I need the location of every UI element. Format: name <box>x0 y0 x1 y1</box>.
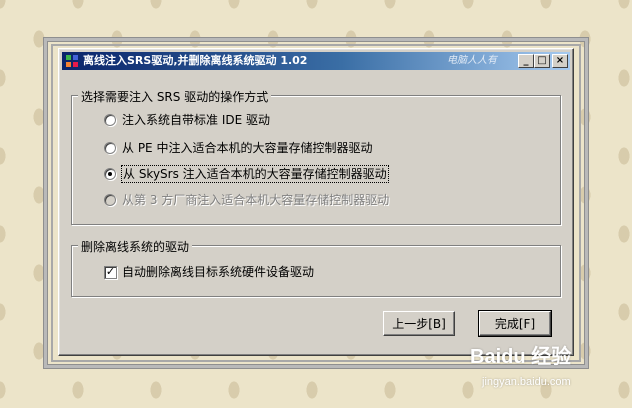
app-icon <box>65 54 79 68</box>
radio-skysrs-driver[interactable] <box>104 168 116 180</box>
checkbox-auto-delete[interactable]: ✓ <box>104 266 117 279</box>
baidu-watermark-logo: Baidu 经验 <box>470 346 572 368</box>
delete-driver-group-title: 删除离线系统的驱动 <box>78 238 193 255</box>
delete-driver-group: 删除离线系统的驱动 ✓ 自动删除离线目标系统硬件设备驱动 <box>71 238 561 297</box>
option-skysrs-driver-label: 从 SkySrs 注入适合本机的大容量存储控制器驱动 <box>121 165 389 183</box>
window-title: 离线注入SRS驱动,并删除离线系统驱动 1.02 <box>83 54 308 67</box>
radio-ide-driver[interactable] <box>104 114 116 126</box>
option-pe-driver-label: 从 PE 中注入适合本机的大容量存储控制器驱动 <box>122 141 373 155</box>
dialog-window: 离线注入SRS驱动,并删除离线系统驱动 1.02 电脑人人有 _ □ × 选择需… <box>58 48 574 356</box>
option-thirdparty-driver-label: 从第 3 方厂商注入适合本机大容量存储控制器驱动 <box>122 193 390 207</box>
back-button[interactable]: 上一步[B] <box>383 311 455 336</box>
maximize-button[interactable]: □ <box>534 54 550 68</box>
drive-method-group-title: 选择需要注入 SRS 驱动的操作方式 <box>78 88 272 105</box>
finish-button[interactable]: 完成[F] <box>478 310 552 337</box>
auto-delete-label: 自动删除离线目标系统硬件设备驱动 <box>122 265 315 279</box>
radio-pe-driver[interactable] <box>104 142 116 154</box>
minimize-button[interactable]: _ <box>518 54 534 68</box>
title-bar[interactable]: 离线注入SRS驱动,并删除离线系统驱动 1.02 电脑人人有 _ □ × <box>62 52 570 70</box>
close-button[interactable]: × <box>552 54 568 68</box>
radio-thirdparty-driver <box>104 194 116 206</box>
baidu-watermark-url: jingyan.baidu.com <box>482 376 571 388</box>
drive-method-group: 选择需要注入 SRS 驱动的操作方式 注入系统自带标准 IDE 驱动 从 PE … <box>71 88 561 225</box>
option-ide-driver-label: 注入系统自带标准 IDE 驱动 <box>122 113 270 127</box>
title-watermark: 电脑人人有 <box>447 55 497 66</box>
